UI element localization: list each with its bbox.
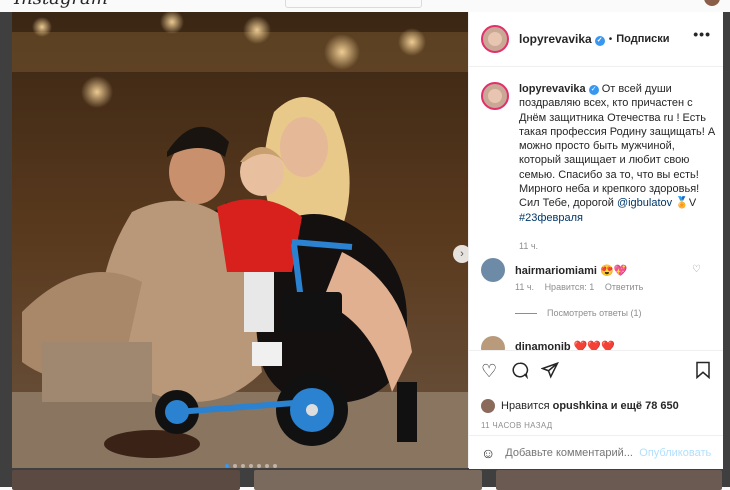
separator-dot: • [608,33,613,45]
mention-link[interactable]: @igbulatov [617,197,672,209]
carousel-dot [249,464,253,468]
feed-thumbnail [12,470,240,490]
commenter-username[interactable]: hairmariomiami [515,265,597,277]
author-username[interactable]: lopyrevavika ✓ [519,32,605,46]
comment-time[interactable]: 11 ч. [515,282,534,292]
comment-meta: 11 ч. Нравится: 1 Ответить [515,282,651,292]
feed-thumbnail [254,470,482,490]
caption-text: От всей души поздравляю всех, кто причас… [519,83,716,210]
verified-badge-icon: ✓ [588,85,599,95]
post-timestamp[interactable]: 11 ЧАСОВ НАЗАД [481,421,552,430]
reply-button[interactable]: Ответить [605,282,643,292]
publish-button[interactable]: Опубликовать [639,447,711,459]
comment-input[interactable] [505,447,636,459]
feed-thumbnail [496,470,722,490]
post-side-panel: lopyrevavika ✓ • Подписки ••• lopyrevavik… [468,12,723,469]
post-header: lopyrevavika ✓ • Подписки ••• [469,12,723,67]
carousel-dot [241,464,245,468]
view-replies-button[interactable]: Посмотреть ответы (1) [515,308,642,318]
author-avatar[interactable] [481,25,509,53]
share-icon[interactable] [540,361,559,384]
carousel-dot [273,464,277,468]
emoji-icon[interactable]: ☺ [481,445,495,461]
caption-emoji: 🏅V [675,197,697,210]
more-options-icon[interactable]: ••• [693,26,711,42]
save-bookmark-icon[interactable] [695,361,711,384]
view-replies-label: Посмотреть ответы (1) [547,308,642,318]
carousel-dot [265,464,269,468]
add-comment-bar: ☺ Опубликовать [469,435,723,470]
carousel-dot [257,464,261,468]
post-caption: lopyrevavika ✓ От всей души поздравляю вс… [481,82,717,253]
like-comment-heart-icon[interactable]: ♡ [692,264,701,275]
liker-username[interactable]: opushkina [553,400,608,412]
caption-username[interactable]: lopyrevavika [519,83,586,95]
verified-badge-icon: ✓ [594,36,605,46]
comment-text: 😍💖 [599,265,628,277]
carousel-dots [225,464,277,468]
likes-prefix: Нравится [501,400,550,412]
post-photo[interactable]: › [12,12,468,468]
comment-icon[interactable] [511,361,529,384]
comment-item: hairmariomiami 😍💖 [481,258,717,282]
next-slide-button[interactable]: › [453,245,468,263]
like-heart-icon[interactable]: ♡ [481,361,497,382]
comment-likes[interactable]: Нравится: 1 [545,282,595,292]
caption-avatar[interactable] [481,82,509,110]
search-input[interactable] [285,0,422,8]
liker-avatar[interactable] [481,399,495,413]
caption-time[interactable]: 11 ч. [519,239,717,253]
hashtag-link[interactable]: #23февраля [519,212,583,224]
carousel-dot [225,464,229,468]
commenter-avatar[interactable] [481,258,505,282]
likes-count[interactable]: и ещё 78 650 [611,400,679,412]
top-nav: Instagram [0,0,730,12]
profile-avatar[interactable] [704,0,720,6]
instagram-logo[interactable]: Instagram [14,0,108,9]
following-button[interactable]: Подписки [616,33,669,45]
likes-summary: Нравится opushkina и ещё 78 650 [481,399,679,413]
carousel-dot [233,464,237,468]
replies-divider [515,312,537,314]
post-actions: ♡ Нравится opushkina и ещё 78 650 11 ЧАС… [469,350,723,469]
